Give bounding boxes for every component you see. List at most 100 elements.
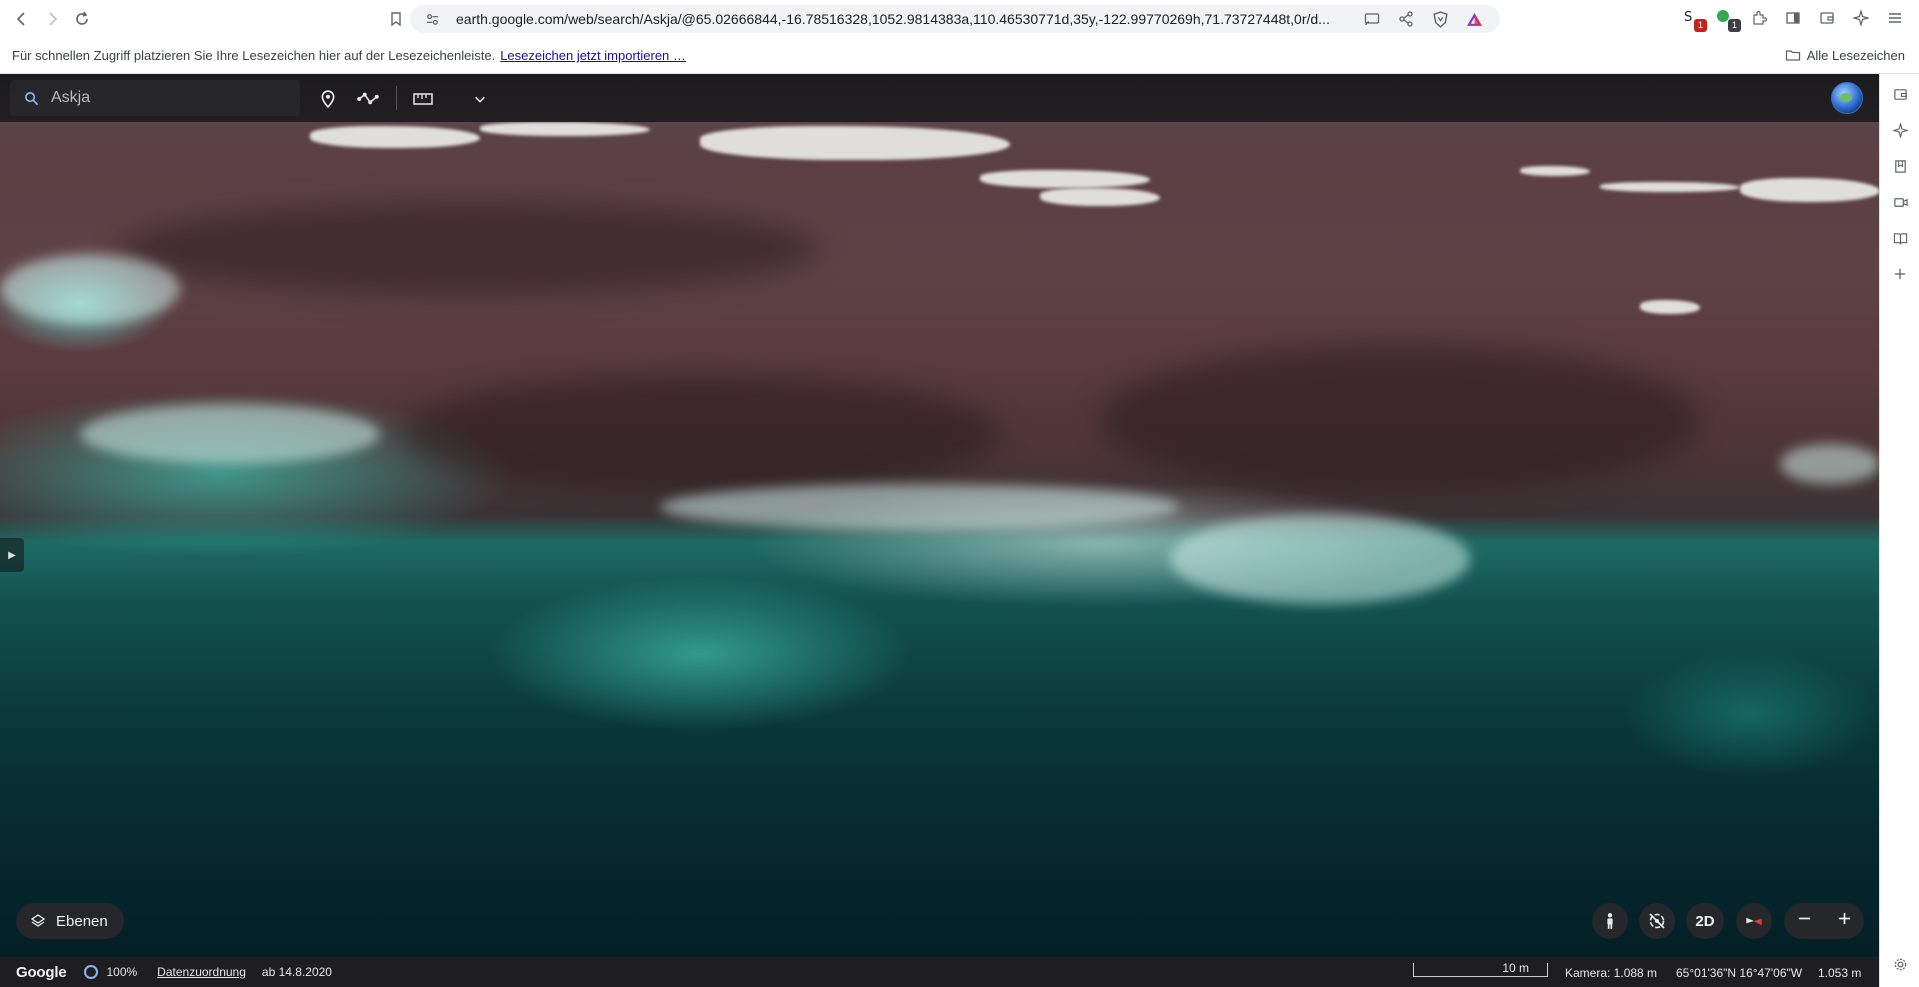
- forward-button[interactable]: [38, 5, 66, 33]
- side-settings-gear-icon[interactable]: [1890, 954, 1910, 974]
- snow-patch: [480, 122, 650, 136]
- bookmarks-bar: Für schnellen Zugriff platzieren Sie Ihr…: [0, 38, 1919, 74]
- reload-button[interactable]: [68, 5, 96, 33]
- extension-1-icon[interactable]: S 1: [1681, 8, 1707, 32]
- data-attribution-link[interactable]: Datenzuordnung: [157, 965, 246, 979]
- triangle-right-icon: ▶: [8, 549, 16, 561]
- shore-foam: [1780, 444, 1879, 484]
- snow-patch: [1040, 188, 1160, 206]
- 2d-label: 2D: [1695, 912, 1715, 930]
- site-settings-icon[interactable]: [422, 9, 442, 29]
- sidebar-toggle-icon[interactable]: [1783, 8, 1803, 28]
- snow-patch: [1520, 166, 1590, 176]
- arrow-left-icon: [16, 12, 25, 26]
- snow-patch: [1740, 178, 1879, 202]
- shore-foam: [660, 484, 1180, 530]
- side-history-icon[interactable]: [1890, 192, 1910, 212]
- chevron-down-icon: [475, 96, 485, 103]
- loading-percent: 100%: [106, 965, 138, 979]
- folder-icon: [1785, 50, 1800, 61]
- scale-bar: 10 m: [1413, 961, 1548, 977]
- add-placemark-button[interactable]: [315, 86, 341, 112]
- bookmark-icon: [391, 12, 401, 27]
- zoom-out-button[interactable]: [1797, 911, 1812, 931]
- compass-icon: [1746, 917, 1762, 926]
- leo-ai-icon[interactable]: [1851, 8, 1871, 28]
- path-icon: [357, 92, 379, 105]
- reload-icon: [76, 11, 88, 25]
- ground-altitude: 1.053 m: [1818, 966, 1862, 980]
- extension-2-icon[interactable]: 1: [1715, 8, 1741, 32]
- 2d-view-button[interactable]: 2D: [1686, 903, 1724, 939]
- toolbar-divider: [396, 86, 397, 110]
- minus-icon: [1798, 917, 1810, 920]
- plus-icon: [1838, 912, 1850, 925]
- side-wallet-icon[interactable]: [1890, 84, 1910, 104]
- scale-label: 10 m: [1502, 961, 1529, 975]
- street-view-button[interactable]: [1592, 903, 1628, 939]
- terrain-shadow: [1100, 344, 1700, 494]
- snow-patch: [700, 126, 1010, 160]
- back-button[interactable]: [8, 5, 36, 33]
- camera-altitude: Kamera: 1.088 m: [1565, 966, 1658, 980]
- zoom-in-button[interactable]: [1837, 911, 1852, 931]
- terrain-shadow: [120, 204, 820, 294]
- all-bookmarks-button[interactable]: Alle Lesezeichen: [1785, 47, 1905, 63]
- layers-icon: [30, 914, 46, 927]
- side-reading-list-icon[interactable]: [1890, 228, 1910, 248]
- orbit-off-icon: [1649, 913, 1665, 929]
- extension-2-badge: 1: [1728, 19, 1741, 32]
- menu-icon[interactable]: [1885, 8, 1905, 28]
- status-bar: Google 100% Datenzuordnung ab 14.8.2020 …: [0, 957, 1879, 987]
- earth-toolbar: [0, 74, 1879, 122]
- address-bar[interactable]: earth.google.com/web/search/Askja/@65.02…: [410, 5, 1500, 33]
- browser-side-panel: [1879, 74, 1919, 987]
- search-box[interactable]: [10, 80, 300, 116]
- search-input[interactable]: [51, 89, 271, 107]
- pegman-icon: [1607, 913, 1613, 929]
- snow-patch: [1600, 182, 1740, 192]
- snow-patch: [980, 170, 1150, 188]
- cursor-coordinates: 65°01'36"N 16°47'06"W: [1676, 966, 1803, 980]
- ruler-icon: [413, 93, 433, 105]
- url-text[interactable]: earth.google.com/web/search/Askja/@65.02…: [456, 11, 1356, 27]
- expand-panel-button[interactable]: ▶: [0, 538, 24, 572]
- side-leo-icon[interactable]: [1890, 120, 1910, 140]
- draw-path-button[interactable]: [355, 86, 381, 112]
- arrow-right-icon: [49, 12, 58, 26]
- loading-ring-icon: [84, 965, 99, 979]
- shore-foam: [1170, 514, 1470, 604]
- extensions-puzzle-icon[interactable]: [1749, 8, 1769, 28]
- all-bookmarks-label: Alle Lesezeichen: [1806, 47, 1905, 63]
- search-icon: [25, 91, 39, 105]
- snow-patch: [1640, 300, 1700, 314]
- brave-shield-icon[interactable]: [1430, 9, 1450, 29]
- shore-foam: [80, 404, 380, 464]
- imagery-date: ab 14.8.2020: [261, 965, 332, 979]
- shore-foam: [0, 254, 180, 324]
- more-tools-dropdown[interactable]: [467, 86, 493, 112]
- terrain-shadow: [400, 374, 1000, 494]
- earth-3d-view[interactable]: [0, 74, 1879, 957]
- bookmarks-prompt: Für schnellen Zugriff platzieren Sie Ihr…: [12, 48, 496, 63]
- import-bookmarks-link[interactable]: Lesezeichen jetzt importieren …: [500, 48, 686, 63]
- snow-patch: [310, 126, 480, 148]
- side-bookmarks-icon[interactable]: [1890, 156, 1910, 176]
- layers-button[interactable]: Ebenen: [16, 903, 124, 939]
- svg-text:S: S: [1684, 10, 1692, 24]
- zoom-controls: [1784, 903, 1864, 939]
- placemark-icon: [321, 90, 335, 108]
- brave-rewards-icon[interactable]: [1464, 9, 1484, 29]
- browser-toolbar: earth.google.com/web/search/Askja/@65.02…: [0, 0, 1919, 38]
- tilt-toggle-button[interactable]: [1639, 903, 1675, 939]
- bookmark-page-button[interactable]: [382, 5, 410, 33]
- layers-label: Ebenen: [56, 912, 108, 930]
- extension-1-badge: 1: [1694, 19, 1707, 32]
- wallet-icon[interactable]: [1817, 8, 1837, 28]
- measure-button[interactable]: [410, 86, 436, 112]
- share-icon[interactable]: [1396, 9, 1416, 29]
- side-add-icon[interactable]: [1890, 264, 1910, 284]
- compass-button[interactable]: [1736, 903, 1772, 939]
- cast-icon[interactable]: [1362, 9, 1382, 29]
- account-avatar[interactable]: [1831, 82, 1863, 114]
